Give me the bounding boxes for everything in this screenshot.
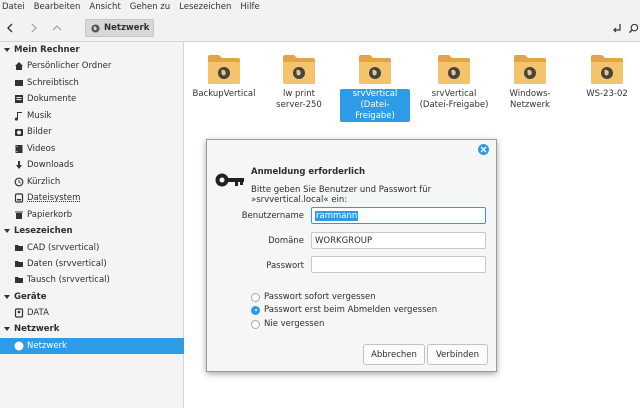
- filesystem-icon: [14, 193, 24, 203]
- trash-icon: [14, 210, 24, 220]
- domain-value: WORKGROUP: [315, 235, 373, 246]
- videos-icon: [14, 144, 24, 154]
- sidebar-item-home[interactable]: Persönlicher Ordner: [0, 58, 184, 74]
- domain-field[interactable]: WORKGROUP: [311, 232, 486, 249]
- breadcrumb-network[interactable]: Netzwerk: [85, 19, 154, 37]
- menu-file[interactable]: Datei: [2, 2, 25, 12]
- location-edit-icon: [613, 24, 621, 33]
- search-icon: [628, 23, 638, 33]
- recent-icon: [14, 177, 24, 187]
- connect-button[interactable]: Verbinden: [427, 344, 488, 365]
- cancel-button[interactable]: Abbrechen: [363, 344, 425, 365]
- sidebar-item-desktop[interactable]: Schreibtisch: [0, 75, 184, 91]
- sidebar-item-network[interactable]: Netzwerk: [0, 338, 184, 354]
- chevron-down-icon: [4, 229, 10, 233]
- sidebar-item-downloads[interactable]: Downloads: [0, 157, 184, 173]
- menu-bookmarks[interactable]: Lesezeichen: [179, 2, 231, 12]
- sidebar-section-bookmarks[interactable]: Lesezeichen: [0, 223, 184, 239]
- toolbar: Netzwerk: [0, 14, 640, 42]
- chevron-up-icon: [52, 25, 62, 31]
- username-value: rammann: [315, 210, 359, 221]
- network-share-icon: [437, 53, 471, 85]
- sidebar-item-trash[interactable]: Papierkorb: [0, 207, 184, 223]
- sidebar-item-music[interactable]: Musik: [0, 108, 184, 124]
- network-icon: [91, 23, 100, 33]
- password-label: Passwort: [266, 261, 304, 271]
- network-share-icon: [358, 53, 392, 85]
- network-item-ws-23-02[interactable]: WS-23-02: [572, 53, 640, 100]
- network-icon: [14, 341, 24, 351]
- breadcrumb-label: Netzwerk: [104, 23, 150, 33]
- menu-view[interactable]: Ansicht: [89, 2, 120, 12]
- forward-button[interactable]: [26, 20, 42, 36]
- network-share-icon: [282, 53, 316, 85]
- sidebar-item-filesystem[interactable]: Dateisystem: [0, 190, 184, 206]
- chevron-down-icon: [4, 295, 10, 299]
- music-icon: [14, 111, 24, 121]
- documents-icon: [14, 94, 24, 104]
- folder-icon: [14, 259, 24, 269]
- menu-go[interactable]: Gehen zu: [130, 2, 170, 12]
- search-button[interactable]: [625, 20, 640, 36]
- sidebar-item-bookmark-tausch[interactable]: Tausch (srvvertical): [0, 272, 184, 288]
- network-item-srvvertical-selected[interactable]: srvVertical (Datei-Freigabe): [340, 53, 410, 122]
- sidebar-item-recent[interactable]: Kürzlich: [0, 174, 184, 190]
- menu-help[interactable]: Hilfe: [240, 2, 259, 12]
- sidebar-item-data-drive[interactable]: DATA: [0, 305, 184, 321]
- password-field[interactable]: [311, 256, 486, 273]
- sidebar-item-bookmark-daten[interactable]: Daten (srvvertical): [0, 256, 184, 272]
- network-share-icon: [513, 53, 547, 85]
- radio-dot: [251, 319, 260, 329]
- drive-icon: [14, 308, 24, 318]
- network-share-icon: [207, 53, 241, 85]
- radio-forget-immediately[interactable]: Passwort sofort vergessen: [251, 291, 376, 303]
- chevron-down-icon: [4, 327, 10, 331]
- radio-forget-on-logout[interactable]: Passwort erst beim Abmelden vergessen: [251, 304, 437, 316]
- dialog-message: Bitte geben Sie Benutzer und Passwort fü…: [251, 185, 432, 205]
- sidebar-item-bookmark-cad[interactable]: CAD (srvvertical): [0, 240, 184, 256]
- network-item-srvvertical[interactable]: srvVertical (Datei-Freigabe): [419, 53, 489, 111]
- auth-dialog: Anmeldung erforderlich Bitte geben Sie B…: [206, 139, 497, 372]
- menu-edit[interactable]: Bearbeiten: [34, 2, 81, 12]
- sidebar: Mein Rechner Persönlicher Ordner Schreib…: [0, 42, 184, 408]
- network-item-lw-print-server[interactable]: lw print server-250: [264, 53, 334, 111]
- username-label: Benutzername: [241, 211, 304, 221]
- menubar: Datei Bearbeiten Ansicht Gehen zu Leseze…: [0, 0, 640, 14]
- radio-never-forget[interactable]: Nie vergessen: [251, 318, 324, 330]
- chevron-left-icon: [7, 23, 13, 33]
- sidebar-section-devices[interactable]: Geräte: [0, 289, 184, 305]
- close-button[interactable]: [478, 144, 489, 155]
- radio-dot: [251, 292, 260, 302]
- toggle-location-button[interactable]: [609, 20, 625, 36]
- sidebar-item-documents[interactable]: Dokumente: [0, 91, 184, 107]
- chevron-right-icon: [31, 23, 37, 33]
- network-share-icon: [590, 53, 624, 85]
- sidebar-item-videos[interactable]: Videos: [0, 141, 184, 157]
- radio-dot-selected: [251, 305, 260, 315]
- domain-label: Domäne: [268, 236, 304, 246]
- home-icon: [14, 61, 24, 71]
- back-button[interactable]: [2, 20, 18, 36]
- pictures-icon: [14, 127, 24, 137]
- username-field[interactable]: rammann: [311, 207, 486, 224]
- desktop-icon: [14, 78, 24, 88]
- network-item-windows-network[interactable]: Windows-Netzwerk: [495, 53, 565, 111]
- dialog-title: Anmeldung erforderlich: [251, 167, 366, 177]
- sidebar-section-network[interactable]: Netzwerk: [0, 321, 184, 337]
- downloads-icon: [14, 160, 24, 170]
- chevron-down-icon: [4, 48, 10, 52]
- sidebar-section-my-computer[interactable]: Mein Rechner: [0, 42, 184, 58]
- folder-icon: [14, 275, 24, 285]
- folder-icon: [14, 243, 24, 253]
- network-item-backupvertical[interactable]: BackupVertical: [189, 53, 259, 100]
- close-icon: [480, 146, 487, 153]
- up-button[interactable]: [49, 20, 65, 36]
- sidebar-item-pictures[interactable]: Bilder: [0, 124, 184, 140]
- key-icon: [215, 173, 244, 187]
